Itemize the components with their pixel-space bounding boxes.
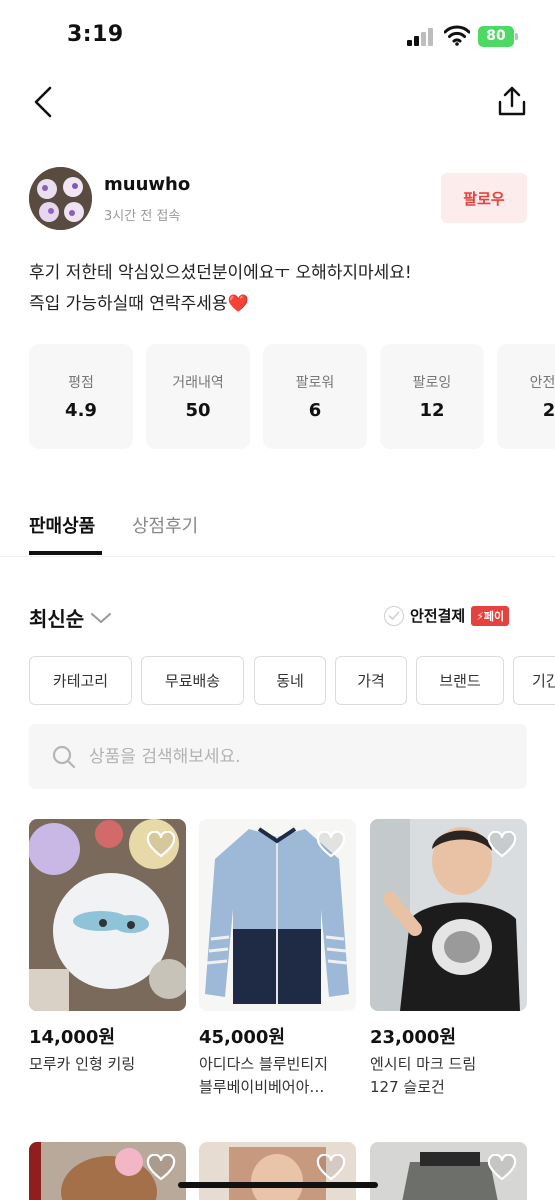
product-card[interactable] (29, 1142, 186, 1200)
product-title: 엔시티 마크 드림 127 슬로건 (370, 1055, 477, 1096)
product-price: 45,000원 (199, 1027, 286, 1048)
bio-line-2-text: 즉입 가능하실때 연락주세용 (29, 294, 228, 314)
battery-indicator: 80 (478, 26, 518, 47)
product-price: 14,000원 (29, 1027, 116, 1048)
sort-label: 최신순 (29, 607, 85, 631)
heart-outline-icon[interactable] (316, 1154, 346, 1182)
safe-pay-filter[interactable]: 안전결제 ⚡페이 (384, 605, 510, 626)
stat-following[interactable]: 팔로잉 12 (380, 344, 484, 449)
product-image[interactable] (29, 819, 186, 1011)
shop-tabs: 판매상품 상점후기 (0, 500, 555, 557)
bio-line-1: 후기 저한테 악심있으셨던분이에요ㅜ 오해하지마세요! (29, 263, 412, 283)
chip-price[interactable]: 가격 (335, 656, 407, 705)
last-seen: 3시간 전 접속 (104, 209, 181, 224)
stat-value: 50 (185, 400, 211, 421)
username: muuwho (104, 174, 191, 195)
tab-products[interactable]: 판매상품 (29, 512, 95, 538)
heart-outline-icon[interactable] (316, 831, 346, 859)
tab-reviews[interactable]: 상점후기 (132, 512, 198, 538)
sort-dropdown[interactable]: 최신순 (29, 603, 112, 632)
stat-rating[interactable]: 평점 4.9 (29, 344, 133, 449)
heart-outline-icon[interactable] (487, 1154, 517, 1182)
chip-free-shipping[interactable]: 무료배송 (141, 656, 244, 705)
stat-value: 6 (308, 400, 322, 421)
tab-active-indicator (29, 551, 102, 555)
product-card[interactable] (199, 1142, 356, 1200)
stat-transactions[interactable]: 거래내역 50 (146, 344, 250, 449)
stat-label: 평점 (68, 375, 94, 391)
stat-label: 팔로잉 (412, 375, 452, 391)
chip-neighborhood[interactable]: 동네 (254, 656, 326, 705)
heart-outline-icon[interactable] (487, 831, 517, 859)
chip-period[interactable]: 기간 (513, 656, 555, 705)
product-image[interactable] (370, 819, 527, 1011)
stats-row: 평점 4.9 거래내역 50 팔로워 6 팔로잉 12 안전결 2 (29, 344, 555, 449)
stat-label: 팔로워 (295, 375, 335, 391)
stat-safe-pay[interactable]: 안전결 2 (497, 344, 555, 449)
product-title: 모루카 인형 키링 (29, 1055, 136, 1073)
product-price: 23,000원 (370, 1027, 457, 1048)
home-indicator[interactable] (178, 1182, 378, 1188)
stat-value: 2 (542, 400, 555, 421)
share-icon[interactable] (494, 82, 530, 122)
stat-label: 안전결 (529, 375, 555, 391)
product-card[interactable]: 14,000원 모루카 인형 키링 (29, 819, 186, 1076)
chevron-down-icon (91, 612, 112, 623)
stat-value: 12 (419, 400, 445, 421)
check-circle-icon (384, 605, 404, 626)
product-image[interactable] (29, 1142, 186, 1200)
cellular-signal-icon (407, 28, 435, 46)
heart-emoji: ❤️ (227, 294, 249, 314)
safe-pay-label: 안전결제 (410, 607, 466, 625)
back-icon[interactable] (28, 82, 64, 122)
product-image[interactable] (199, 819, 356, 1011)
status-time: 3:19 (67, 22, 124, 47)
heart-outline-icon[interactable] (146, 1154, 176, 1182)
search-icon (52, 745, 76, 768)
search-input[interactable] (89, 746, 489, 767)
heart-outline-icon[interactable] (146, 831, 176, 859)
pay-badge: ⚡페이 (471, 605, 510, 626)
product-card[interactable]: 45,000원 아디다스 블루빈티지 블루베이비베어아… (199, 819, 356, 1099)
stat-followers[interactable]: 팔로워 6 (263, 344, 367, 449)
follow-button[interactable]: 팔로우 (441, 173, 527, 223)
product-image[interactable] (370, 1142, 527, 1200)
product-title: 아디다스 블루빈티지 블루베이비베어아… (199, 1055, 328, 1096)
avatar[interactable] (29, 167, 92, 230)
product-image[interactable] (199, 1142, 356, 1200)
product-card[interactable] (370, 1142, 527, 1200)
stat-label: 거래내역 (172, 375, 224, 391)
product-search (29, 724, 527, 789)
status-bar: 3:19 80 (0, 0, 555, 70)
chip-brand[interactable]: 브랜드 (416, 656, 504, 705)
chip-category[interactable]: 카테고리 (29, 656, 132, 705)
avatar-image (29, 167, 92, 230)
stat-value: 4.9 (65, 400, 97, 421)
bio-line-2: 즉입 가능하실때 연락주세용❤️ (29, 289, 412, 320)
shop-bio: 후기 저한테 악심있으셨던분이에요ㅜ 오해하지마세요! 즉입 가능하실때 연락주… (29, 258, 412, 320)
wifi-icon (444, 25, 470, 46)
product-card[interactable]: 23,000원 엔시티 마크 드림 127 슬로건 (370, 819, 527, 1099)
filter-chips: 카테고리 무료배송 동네 가격 브랜드 기간 (29, 656, 555, 705)
